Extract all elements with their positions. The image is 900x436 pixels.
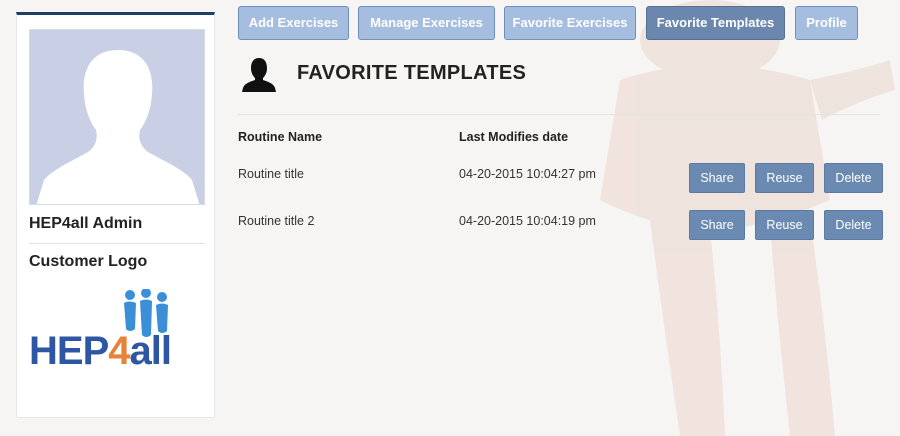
page-title: FAVORITE TEMPLATES xyxy=(297,62,527,84)
admin-name: HEP4all Admin xyxy=(29,215,143,232)
title-divider xyxy=(238,114,880,115)
logo-wordmark: HEP4all xyxy=(29,329,172,373)
reuse-button[interactable]: Reuse xyxy=(755,163,814,193)
profile-sidebar: HEP4all Admin Customer Logo HEP4all xyxy=(16,12,215,418)
reuse-button[interactable]: Reuse xyxy=(755,210,814,240)
routine-name-cell: Routine title xyxy=(238,167,305,181)
customer-logo-heading: Customer Logo xyxy=(29,253,148,270)
tab-favorite-exercises[interactable]: Favorite Exercises xyxy=(504,6,636,40)
user-silhouette-icon xyxy=(242,58,276,92)
share-button[interactable]: Share xyxy=(689,210,745,240)
default-user-silhouette-icon xyxy=(36,50,200,204)
routine-date-cell: 04-20-2015 10:04:19 pm xyxy=(459,214,596,228)
tab-favorite-templates[interactable]: Favorite Templates xyxy=(646,6,785,40)
routine-name-cell: Routine title 2 xyxy=(238,214,315,228)
delete-button[interactable]: Delete xyxy=(824,163,883,193)
routine-date-cell: 04-20-2015 10:04:27 pm xyxy=(459,167,596,181)
share-button[interactable]: Share xyxy=(689,163,745,193)
logo-text-hep: HEP xyxy=(29,329,109,373)
avatar xyxy=(29,29,205,205)
tab-add-exercises[interactable]: Add Exercises xyxy=(238,6,349,40)
column-header-last-modified: Last Modifies date xyxy=(459,130,569,144)
column-header-routine-name: Routine Name xyxy=(238,130,323,144)
delete-button[interactable]: Delete xyxy=(824,210,883,240)
customer-logo: HEP4all xyxy=(27,289,207,379)
tab-manage-exercises[interactable]: Manage Exercises xyxy=(358,6,495,40)
sidebar-divider xyxy=(29,243,205,244)
logo-text-all: all xyxy=(129,329,172,373)
logo-text-4: 4 xyxy=(108,329,130,373)
tab-profile[interactable]: Profile xyxy=(795,6,858,40)
